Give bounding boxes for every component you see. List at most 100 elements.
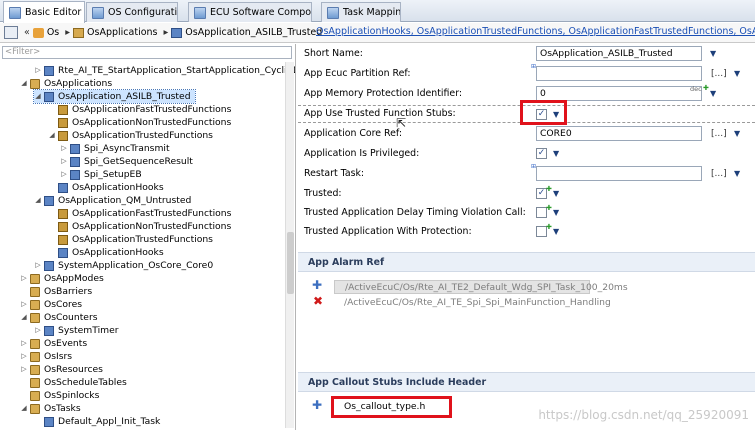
list-icon [58,208,68,219]
tab-label: ECU Software Components [210,7,312,18]
tab-ecu-software-components[interactable]: ECU Software Components [188,2,312,22]
tree-node[interactable]: ◢ OsCounters [20,311,97,324]
tab-os-configuration[interactable]: OS Configuration [86,2,178,22]
tree-node[interactable]: ▷ Rte_AI_TE_StartApplication_StartApplica… [34,64,295,77]
toolbar-toggle-icon[interactable] [4,26,18,39]
tree-node[interactable]: ▷ Spi_SetupEB [60,168,142,181]
chevron-down-icon[interactable]: ▼ [553,208,559,217]
tree-node[interactable]: ▷ OsResources [20,363,103,376]
chevron-down-icon[interactable]: ▼ [553,227,559,236]
tree-node[interactable]: Default_Appl_Init_Task [34,415,160,428]
tree-node-label: Spi_SetupEB [84,169,142,180]
expand-toggle-icon[interactable]: ◢ [34,194,42,207]
tree-node[interactable]: OsApplicationTrustedFunctions [48,233,213,246]
add-header-icon[interactable]: ✚ [312,398,322,412]
alarm-ref-section-header[interactable]: App Alarm Ref [298,252,755,272]
back-icon[interactable]: « [24,27,30,38]
tree-filter-input[interactable]: <Filter> [2,46,292,59]
tree-node-label: OsBarriers [44,286,93,297]
expand-toggle-icon[interactable]: ◢ [20,77,28,90]
tree-node[interactable]: ▷ OsAppModes [20,272,104,285]
folder-icon [30,273,40,284]
tree-node[interactable]: ▷ OsEvents [20,337,87,350]
tree-node[interactable]: ▷ Spi_AsyncTransmit [60,142,169,155]
tree-node[interactable]: ▷ OsCores [20,298,82,311]
add-reference-icon[interactable]: ✚ [312,278,322,292]
tree-node[interactable]: OsApplicationNonTrustedFunctions [48,220,231,233]
tree-scrollbar[interactable] [285,62,294,428]
tree-node[interactable]: OsScheduleTables [20,376,127,389]
privileged-checkbox[interactable]: ✓ [536,148,547,159]
tree-node[interactable]: OsApplicationHooks [48,181,164,194]
tree-node[interactable]: ◢ OsTasks [20,402,80,415]
memory-protection-input[interactable]: 0 [536,86,702,101]
tree-node[interactable]: ◢ OsApplications [20,77,112,90]
expand-toggle-icon[interactable]: ▷ [60,155,68,168]
chevron-down-icon[interactable]: ▼ [734,69,740,78]
tree-node[interactable]: ▷ SystemTimer [34,324,118,337]
restart-task-input[interactable] [536,166,702,181]
expand-toggle-icon[interactable]: ▷ [60,168,68,181]
chevron-down-icon[interactable]: ▼ [734,169,740,178]
tree-node-label: OsApplicationTrustedFunctions [72,234,213,245]
expand-toggle-icon[interactable]: ▷ [20,363,28,376]
expand-toggle-icon[interactable]: ◢ [34,90,42,103]
expand-toggle-icon[interactable]: ▷ [60,142,68,155]
core-ref-label: Application Core Ref: [304,128,403,139]
expand-toggle-icon[interactable]: ▷ [34,259,42,272]
expand-toggle-icon[interactable]: ▷ [20,350,28,363]
tree-node[interactable]: OsBarriers [20,285,92,298]
browse-button[interactable]: [...] [711,129,727,139]
expand-toggle-icon[interactable]: ◢ [48,129,56,142]
expand-toggle-icon[interactable]: ▷ [20,298,28,311]
scrollbar-thumb[interactable] [287,232,294,294]
expand-toggle-icon[interactable]: ▷ [34,64,42,77]
ecuc-partition-input[interactable] [536,66,702,81]
remove-reference-icon[interactable]: ✖ [313,294,323,308]
short-name-input[interactable]: OsApplication_ASILB_Trusted [536,46,702,61]
tree-node[interactable]: ◢ OsApplication_QM_Untrusted [34,194,191,207]
chevron-down-icon[interactable]: ▼ [710,89,716,98]
alarm-ref-item[interactable]: /ActiveEcuC/Os/Rte_AI_TE_Spi_Spi_MainFun… [334,296,754,310]
alarm-ref-item[interactable]: /ActiveEcuC/Os/Rte_AI_TE2_Default_Wdg_SP… [334,280,628,294]
expand-toggle-icon[interactable]: ◢ [20,402,28,415]
breadcrumb-item-osapplications[interactable]: OsApplications [87,27,157,38]
tree-node-label: OsApplicationNonTrustedFunctions [72,117,232,128]
tree-node[interactable]: OsSpinlocks [20,389,99,402]
browse-button[interactable]: [...] [711,169,727,179]
tree-node[interactable]: ▷ OsIsrs [20,350,72,363]
expand-toggle-icon[interactable]: ▷ [20,272,28,285]
tree-node-label: OsIsrs [44,351,73,362]
tree-node[interactable]: OsApplicationNonTrustedFunctions [48,116,231,129]
tree-node[interactable]: OsApplicationHooks [48,246,164,259]
chevron-down-icon[interactable]: ▼ [553,189,559,198]
tree-node-label: OsApplicationHooks [72,182,164,193]
module-icon [58,182,68,193]
tree-node[interactable]: ◢ OsApplicationTrustedFunctions [48,129,213,142]
chevron-down-icon[interactable]: ▼ [734,129,740,138]
breadcrumb-item-os[interactable]: Os [47,27,59,38]
browse-button[interactable]: [...] [711,69,727,79]
expand-toggle-icon[interactable]: ▷ [20,337,28,350]
chevron-down-icon[interactable]: ▼ [710,49,716,58]
module-icon [70,169,80,180]
expand-toggle-icon[interactable]: ▷ [34,324,42,337]
child-container-links[interactable]: OsApplicationHooks, OsApplicationTrusted… [316,26,755,37]
folder-icon [30,377,40,388]
tree-node[interactable]: OsApplicationFastTrustedFunctions [48,207,231,220]
folder-icon [30,312,40,323]
tree-node[interactable]: ▷ SystemApplication_OsCore_Core0 [34,259,213,272]
folder-icon [30,299,40,310]
tree-node-label: OsApplicationFastTrustedFunctions [72,208,232,219]
chevron-down-icon[interactable]: ▼ [553,149,559,158]
tab-basic-editor[interactable]: Basic Editor ✕ [3,1,85,23]
tab-task-mapping[interactable]: Task Mapping [321,2,401,22]
expand-toggle-icon[interactable]: ◢ [20,311,28,324]
tree-node[interactable]: ▷ Spi_GetSequenceResult [60,155,193,168]
breadcrumb-item-current[interactable]: OsApplication_ASILB_Trusted [185,27,322,38]
tree-node[interactable]: ◢ OsApplication_ASILB_Trusted [33,89,196,104]
core-ref-input[interactable]: CORE0 [536,126,702,141]
callout-stubs-section-header[interactable]: App Callout Stubs Include Header [298,372,755,392]
tree-node[interactable]: OsApplicationFastTrustedFunctions [48,103,231,116]
module-icon [44,416,54,427]
